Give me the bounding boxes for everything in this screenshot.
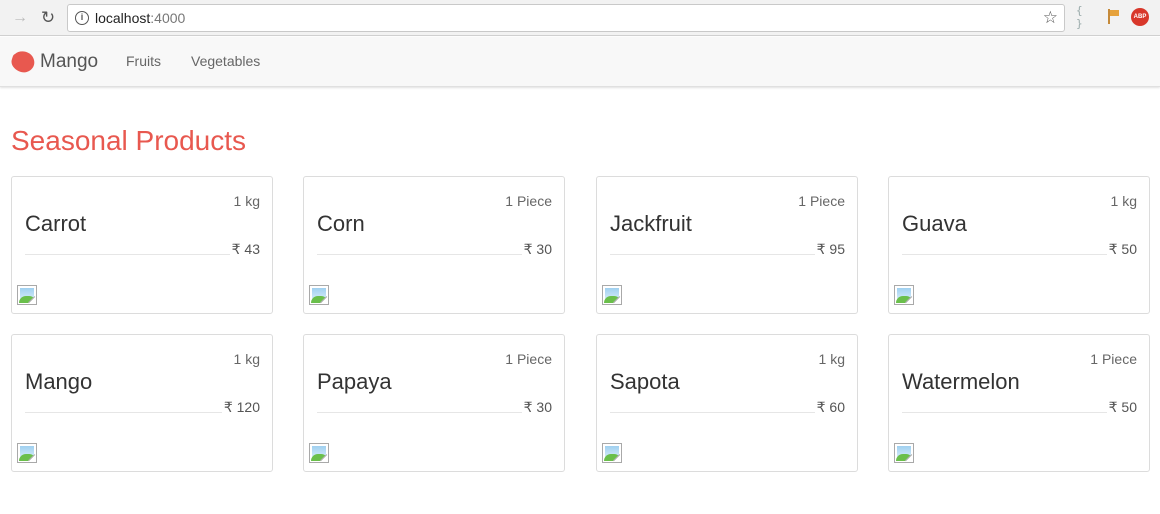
reload-icon[interactable]: ↻ — [36, 6, 60, 30]
divider — [610, 254, 845, 255]
url-port: :4000 — [150, 10, 186, 26]
url-host: localhost — [95, 10, 151, 26]
product-name: Carrot — [25, 211, 87, 236]
product-card[interactable]: 1 Piece Jackfruit ₹ 95 — [596, 176, 858, 314]
divider — [317, 412, 552, 413]
product-card[interactable]: 1 kg Carrot ₹ 43 — [11, 176, 273, 314]
product-quantity: 1 Piece — [505, 193, 552, 209]
broken-image-icon — [602, 285, 622, 305]
product-name: Mango — [25, 369, 93, 394]
product-name: Watermelon — [902, 369, 1020, 394]
product-name: Papaya — [317, 369, 392, 394]
mango-logo-icon — [11, 51, 35, 73]
flag-extension-icon[interactable] — [1105, 8, 1121, 26]
nav-link-vegetables[interactable]: Vegetables — [191, 53, 260, 69]
product-price: ₹ 50 — [1106, 399, 1137, 416]
json-viewer-icon[interactable]: { } — [1076, 4, 1094, 30]
product-name: Sapota — [610, 369, 680, 394]
broken-image-icon — [894, 443, 914, 463]
product-card[interactable]: 1 Piece Corn ₹ 30 — [303, 176, 565, 314]
nav-link-fruits[interactable]: Fruits — [126, 53, 161, 69]
product-name: Jackfruit — [610, 211, 692, 236]
divider — [25, 254, 260, 255]
broken-image-icon — [602, 443, 622, 463]
broken-image-icon — [17, 285, 37, 305]
product-name: Corn — [317, 211, 365, 236]
product-card[interactable]: 1 kg Guava ₹ 50 — [888, 176, 1150, 314]
brand-link[interactable]: Mango — [10, 50, 98, 74]
product-quantity: 1 kg — [233, 193, 260, 209]
adblock-plus-icon[interactable]: ABP — [1131, 8, 1149, 26]
divider — [902, 254, 1137, 255]
brand-name: Mango — [40, 51, 99, 72]
product-price: ₹ 43 — [229, 241, 260, 258]
app-navbar: Mango Fruits Vegetables — [0, 37, 1160, 87]
product-card[interactable]: 1 kg Sapota ₹ 60 — [596, 334, 858, 472]
product-quantity: 1 Piece — [798, 193, 845, 209]
address-bar[interactable]: i localhost:4000 ☆ — [67, 4, 1065, 32]
url-text[interactable]: localhost:4000 — [95, 10, 185, 26]
info-icon[interactable]: i — [75, 11, 89, 25]
product-card[interactable]: 1 Piece Papaya ₹ 30 — [303, 334, 565, 472]
broken-image-icon — [309, 285, 329, 305]
product-card[interactable]: 1 kg Mango ₹ 120 — [11, 334, 273, 472]
product-quantity: 1 kg — [818, 351, 845, 367]
broken-image-icon — [17, 443, 37, 463]
product-price: ₹ 30 — [521, 399, 552, 416]
product-price: ₹ 95 — [814, 241, 845, 258]
product-price: ₹ 50 — [1106, 241, 1137, 258]
back-arrow-icon[interactable]: → — [8, 6, 32, 30]
divider — [902, 412, 1137, 413]
product-quantity: 1 Piece — [505, 351, 552, 367]
broken-image-icon — [309, 443, 329, 463]
product-quantity: 1 kg — [233, 351, 260, 367]
product-price: ₹ 30 — [521, 241, 552, 258]
product-card[interactable]: 1 Piece Watermelon ₹ 50 — [888, 334, 1150, 472]
product-price: ₹ 60 — [814, 399, 845, 416]
divider — [317, 254, 552, 255]
star-icon[interactable]: ☆ — [1043, 8, 1058, 28]
product-name: Guava — [902, 211, 967, 236]
browser-toolbar: → ↻ i localhost:4000 ☆ { } ABP — [0, 0, 1160, 36]
product-price: ₹ 120 — [221, 399, 260, 416]
page-title: Seasonal Products — [11, 125, 247, 156]
broken-image-icon — [894, 285, 914, 305]
product-quantity: 1 Piece — [1090, 351, 1137, 367]
product-quantity: 1 kg — [1110, 193, 1137, 209]
divider — [610, 412, 845, 413]
